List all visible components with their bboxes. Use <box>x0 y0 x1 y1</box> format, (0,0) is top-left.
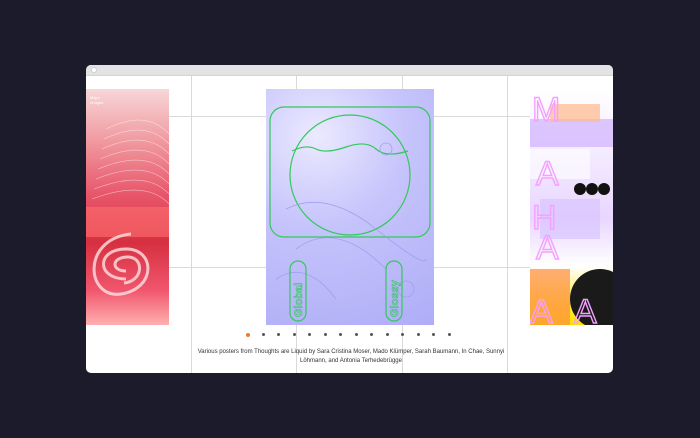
poster-word-global: Global <box>293 283 305 317</box>
svg-text:Images: Images <box>90 100 103 105</box>
poster-right-artwork: M A H A A A <box>530 90 613 325</box>
poster-letter: A <box>536 155 559 193</box>
poster-right[interactable]: M A H A A A <box>530 89 613 325</box>
carousel-dot[interactable] <box>416 333 420 336</box>
carousel-dot[interactable] <box>261 333 265 336</box>
carousel-dot[interactable] <box>323 333 327 336</box>
poster-center-artwork: Global Glossy <box>269 106 431 322</box>
poster-letter: M <box>532 91 560 129</box>
carousel-dot[interactable] <box>432 333 435 336</box>
window-titlebar <box>86 65 613 76</box>
carousel-dot[interactable] <box>277 333 280 336</box>
browser-window: Major Images Global Glossy M A H A A A V… <box>86 65 613 373</box>
poster-letter: A <box>530 293 553 325</box>
grid-line <box>507 76 508 373</box>
grid-line <box>191 76 192 373</box>
carousel-dot[interactable] <box>308 333 311 336</box>
poster-left-artwork: Major Images <box>86 95 169 296</box>
poster-center[interactable]: Global Glossy <box>266 89 434 325</box>
carousel-dot[interactable] <box>354 333 358 336</box>
gallery-viewport: Major Images Global Glossy M A H A A A V… <box>86 76 613 373</box>
poster-left[interactable]: Major Images <box>86 89 169 325</box>
poster-word-glossy: Glossy <box>389 279 401 317</box>
poster-letter: A <box>536 229 559 267</box>
carousel-dot[interactable] <box>385 333 389 336</box>
carousel-dot[interactable] <box>401 333 404 336</box>
carousel-dot[interactable] <box>370 333 373 336</box>
carousel-dot[interactable] <box>246 332 250 337</box>
carousel-dot[interactable] <box>447 333 451 336</box>
carousel-dot[interactable] <box>339 333 342 336</box>
carousel-dot[interactable] <box>292 333 296 336</box>
gallery-caption: Various posters from Thoughts are Liquid… <box>197 349 505 364</box>
poster-letter: A <box>574 293 597 325</box>
window-close-dot[interactable] <box>91 67 97 73</box>
